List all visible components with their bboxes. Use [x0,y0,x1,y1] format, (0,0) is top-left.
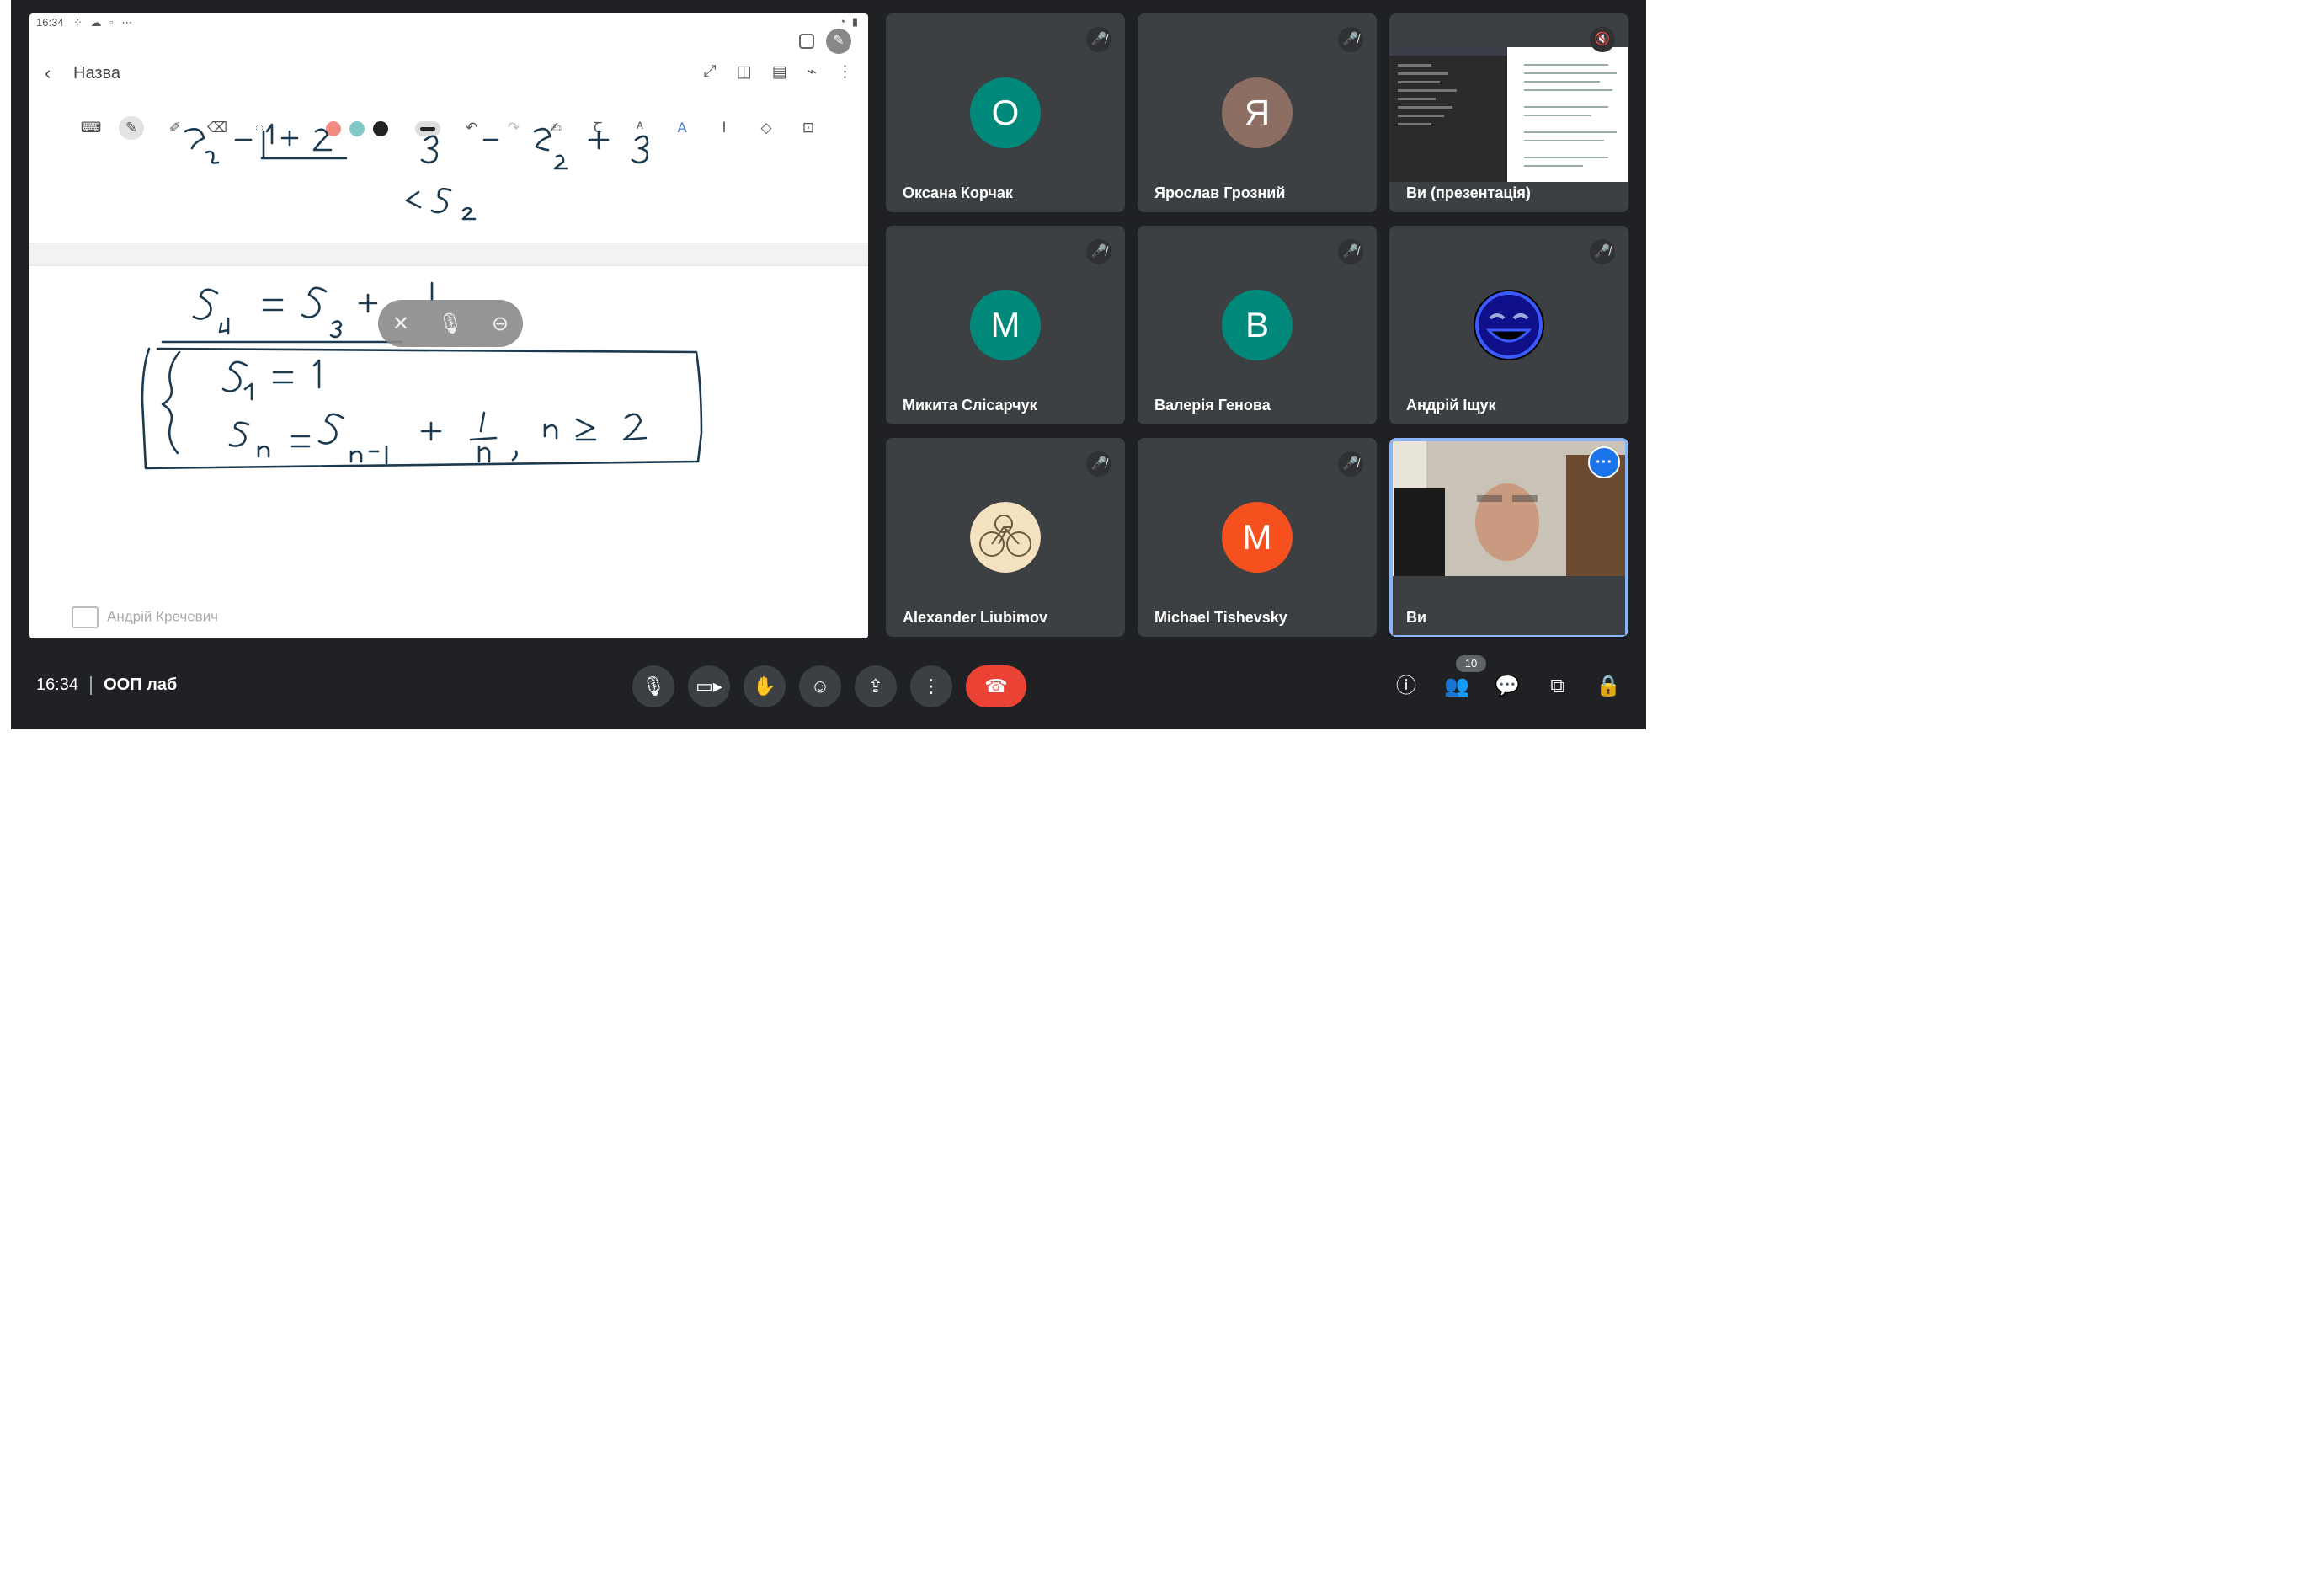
clock: 16:34 [36,675,79,694]
avatar: М [970,290,1041,360]
people-button[interactable]: 👥 [1441,670,1473,702]
meet-window: 16:34 ⁘ ☁ ▫ ⋯ ◔ ▮ ✎ ‹ Назва ⤢ ◫ ▤ ⌁ ⋮ ⌨ … [11,0,1646,729]
present-button[interactable]: ⇪ [855,665,897,707]
activities-button[interactable]: ⧉ [1542,670,1574,702]
camera-button[interactable]: ▭▸ [688,665,730,707]
participant-tile[interactable]: 🎤̸ M Michael Tishevsky [1138,438,1377,637]
mic-off-icon[interactable]: ✕ [392,312,409,336]
participant-name: Michael Tishevsky [1154,609,1287,626]
speaker-muted-icon: 🔇 [1590,27,1615,52]
participant-tile[interactable]: 🎤̸ В Валерія Генова [1138,226,1377,424]
participant-name: Ярослав Грозний [1154,184,1286,201]
participant-name: Ви [1406,609,1427,626]
mic-muted-icon: 🎤̸ [1086,239,1111,264]
participant-tile[interactable]: 🎤̸ Я Ярослав Грозний [1138,13,1377,212]
present-icon: ⇪ [867,675,884,697]
more-vert-icon: ⋮ [922,675,941,697]
floating-mic-bar: ✕ 🎙 ⊖ [378,300,523,347]
camera-icon: ▭▸ [696,675,722,697]
mic-muted-icon: 🎤̸ [1590,239,1615,264]
participant-name: Оксана Корчак [903,184,1013,201]
avatar [970,502,1041,573]
remove-icon[interactable]: ⊖ [492,312,509,336]
emoji-icon: ☺ [810,675,830,697]
mic-icon: 🎙 [642,675,665,697]
host-controls-button[interactable]: 🔒 [1592,670,1624,702]
lock-icon: 🔒 [1596,675,1621,697]
participant-tile[interactable]: 🎤̸ Андрій Іщук [1389,226,1628,424]
mic-muted-icon: 🎤̸ [1086,451,1111,477]
avatar: Я [1222,77,1293,148]
presentation-screen: 16:34 ⁘ ☁ ▫ ⋯ ◔ ▮ ✎ ‹ Назва ⤢ ◫ ▤ ⌁ ⋮ ⌨ … [29,13,868,638]
self-video-tile[interactable]: ··· Ви [1389,438,1628,637]
avatar: В [1222,290,1293,360]
mic-muted-icon: 🎤̸ [1338,27,1363,52]
activities-icon: ⧉ [1550,675,1565,697]
participant-tile[interactable]: 🎤̸ М Микита Слісарчук [886,226,1125,424]
more-options-button[interactable]: ⋮ [910,665,952,707]
participant-name: Микита Слісарчук [903,397,1037,414]
mic-muted-icon[interactable]: 🎙 [438,312,463,336]
participant-name: Валерія Генова [1154,397,1271,414]
people-count-badge: 10 [1456,655,1486,672]
hand-icon: ✋ [753,675,776,697]
avatar: О [970,77,1041,148]
microphone-button[interactable]: 🎙 [632,665,674,707]
meeting-info: 16:34 ООП лаб [36,675,177,695]
chat-button[interactable]: 💬 [1491,670,1523,702]
mic-muted-icon: 🎤̸ [1338,239,1363,264]
raise-hand-button[interactable]: ✋ [744,665,786,707]
participant-name: Андрій Іщук [1406,397,1496,414]
info-icon: ⓘ [1396,675,1416,697]
meeting-details-button[interactable]: ⓘ [1390,670,1422,702]
participant-name: Alexander Liubimov [903,609,1048,626]
reactions-button[interactable]: ☺ [799,665,841,707]
participant-name: Ви (презентація) [1406,184,1531,201]
chat-icon: 💬 [1495,675,1520,697]
participant-tile[interactable]: 🔇 Ви (презентація) [1389,13,1628,212]
avatar [1474,290,1544,360]
hang-up-icon: ☎ [984,675,1008,697]
divider [90,675,93,695]
participant-tile[interactable]: 🎤̸ О Оксана Корчак [886,13,1125,212]
meeting-name: ООП лаб [104,675,178,694]
more-options-icon[interactable]: ··· [1588,446,1620,478]
presenter-name: Андрій Кречевич [107,608,219,625]
presenting-icon [72,606,99,628]
presenter-label: Андрій Кречевич [72,606,218,628]
mic-muted-icon: 🎤̸ [1086,27,1111,52]
avatar: M [1222,502,1293,573]
mic-muted-icon: 🎤̸ [1338,451,1363,477]
participant-tile[interactable]: 🎤̸ Alexander Liubimov [886,438,1125,637]
people-icon: 👥 [1444,675,1469,697]
leave-call-button[interactable]: ☎ [966,665,1026,707]
